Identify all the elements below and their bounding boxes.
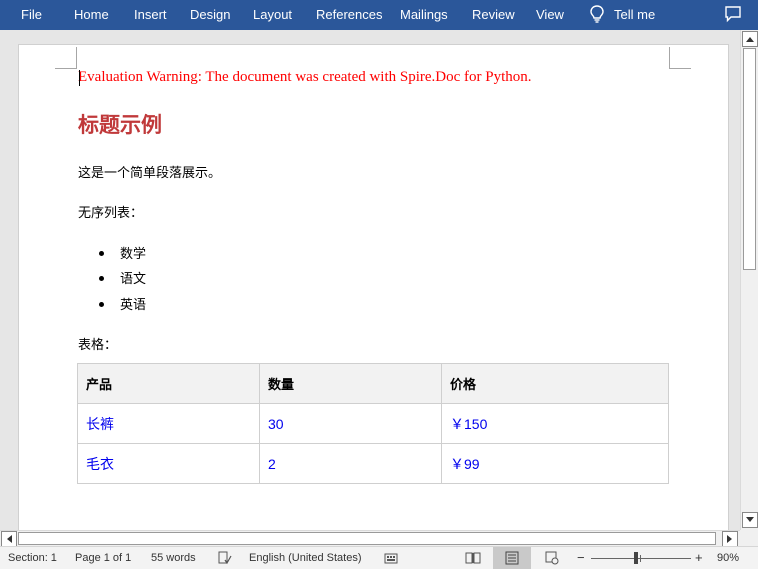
ribbon-tab-bar: File Home Insert Design Layout Reference… xyxy=(0,0,758,30)
table-row: 毛衣 2 ￥99 xyxy=(77,443,669,484)
tab-layout[interactable]: Layout xyxy=(253,7,292,22)
table-cell: 2 xyxy=(259,443,442,484)
document-page[interactable]: Evaluation Warning: The document was cre… xyxy=(18,44,729,530)
triangle-right-icon xyxy=(727,535,732,543)
scroll-right-button[interactable] xyxy=(722,531,738,547)
status-page[interactable]: Page 1 of 1 xyxy=(75,552,131,564)
tab-review[interactable]: Review xyxy=(472,7,515,22)
tab-home[interactable]: Home xyxy=(74,7,109,22)
zoom-level[interactable]: 90% xyxy=(717,552,739,564)
crop-mark-top-right xyxy=(669,47,691,69)
tell-me-label: Tell me xyxy=(614,6,656,22)
table-label: 表格： xyxy=(78,337,118,352)
tab-mailings[interactable]: Mailings xyxy=(400,7,448,22)
print-layout-icon xyxy=(505,551,519,568)
table-header-cell: 价格 xyxy=(441,363,669,404)
table-header-row: 产品 数量 价格 xyxy=(77,363,669,404)
paragraph: 这是一个简单段落展示。 xyxy=(78,165,222,180)
status-bar: Section: 1 Page 1 of 1 55 words English … xyxy=(0,546,758,569)
triangle-left-icon xyxy=(7,535,12,543)
bullet-icon xyxy=(99,302,104,308)
triangle-down-icon xyxy=(746,517,754,522)
scroll-down-button[interactable] xyxy=(742,512,758,528)
heading: 标题示例 xyxy=(78,114,162,137)
lightbulb-icon xyxy=(590,5,604,23)
table-cell: 30 xyxy=(259,403,442,444)
tab-view[interactable]: View xyxy=(536,7,564,22)
text-cursor xyxy=(79,70,80,86)
table-cell: 长裤 xyxy=(77,403,260,444)
zoom-slider-thumb[interactable] xyxy=(634,552,638,564)
bullet-icon xyxy=(99,251,104,257)
read-mode-icon[interactable] xyxy=(465,551,481,568)
list-item-text: 数学 xyxy=(120,246,147,261)
scrollbar-corner xyxy=(740,530,758,546)
table-cell: ￥99 xyxy=(441,443,669,484)
list-item: 语文 xyxy=(99,268,146,287)
list-label: 无序列表： xyxy=(78,205,144,220)
web-layout-icon[interactable] xyxy=(545,551,559,568)
list-item: 数学 xyxy=(99,243,146,262)
document-area: Evaluation Warning: The document was cre… xyxy=(0,30,740,530)
scroll-up-button[interactable] xyxy=(742,31,758,47)
vertical-scroll-thumb[interactable] xyxy=(743,48,756,270)
tab-file[interactable]: File xyxy=(21,7,42,22)
tell-me-search[interactable]: Tell me xyxy=(590,5,655,23)
comments-button[interactable] xyxy=(724,5,742,26)
list-item-text: 英语 xyxy=(120,297,147,312)
table-cell: 毛衣 xyxy=(77,443,260,484)
macro-record-icon[interactable] xyxy=(384,551,398,568)
horizontal-scrollbar[interactable] xyxy=(0,530,740,547)
zoom-slider-center-tick xyxy=(640,555,641,562)
status-language[interactable]: English (United States) xyxy=(249,552,362,564)
triangle-up-icon xyxy=(746,37,754,42)
proofing-icon[interactable] xyxy=(218,551,232,568)
scroll-left-button[interactable] xyxy=(1,531,17,547)
table-row: 长裤 30 ￥150 xyxy=(77,403,669,444)
horizontal-scroll-thumb[interactable] xyxy=(18,532,716,545)
list-item-text: 语文 xyxy=(120,271,147,286)
zoom-out-button[interactable]: − xyxy=(577,550,585,565)
table-header-cell: 数量 xyxy=(259,363,442,404)
crop-mark-top-left xyxy=(55,47,77,69)
evaluation-warning: Evaluation Warning: The document was cre… xyxy=(78,69,532,85)
zoom-in-button[interactable]: + xyxy=(695,550,703,565)
data-table: 产品 数量 价格 长裤 30 ￥150 毛衣 2 ￥99 xyxy=(77,363,669,484)
list-item: 英语 xyxy=(99,294,146,313)
status-section[interactable]: Section: 1 xyxy=(8,552,57,564)
comment-icon xyxy=(725,6,741,23)
bullet-icon xyxy=(99,276,104,282)
tab-insert[interactable]: Insert xyxy=(134,7,167,22)
tab-design[interactable]: Design xyxy=(190,7,230,22)
vertical-scrollbar[interactable] xyxy=(740,30,758,530)
zoom-slider-track[interactable] xyxy=(591,558,691,559)
status-word-count[interactable]: 55 words xyxy=(151,552,196,564)
table-cell: ￥150 xyxy=(441,403,669,444)
tab-references[interactable]: References xyxy=(316,7,382,22)
table-header-cell: 产品 xyxy=(77,363,260,404)
